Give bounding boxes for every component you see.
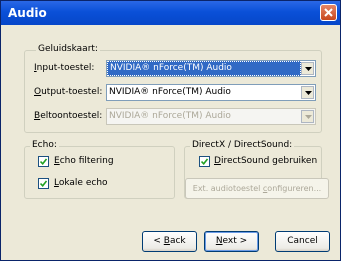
output-device-select[interactable]: NVIDIA® nForce(TM) Audio xyxy=(106,84,316,101)
directsound-checkbox[interactable] xyxy=(199,156,210,167)
echo-filtering-checkbox[interactable] xyxy=(38,156,49,167)
directsound-label[interactable]: DirectSound gebruiken xyxy=(214,156,317,166)
ring-device-select[interactable]: NVIDIA® nForce(TM) Audio xyxy=(106,108,316,125)
close-button[interactable] xyxy=(320,4,337,21)
directx-legend: DirectX / DirectSound: xyxy=(190,140,295,150)
echo-filtering-label[interactable]: Echo filtering xyxy=(54,156,114,166)
checkmark-icon xyxy=(201,158,208,165)
chevron-down-icon xyxy=(305,91,312,95)
next-button[interactable]: Next > xyxy=(204,231,259,252)
output-device-dropdown-button[interactable] xyxy=(301,86,314,99)
configure-device-button[interactable]: Ext. audiotoestel configureren... xyxy=(185,178,329,199)
window-title: Audio xyxy=(8,6,47,20)
ring-device-label: Beltoontoestel: xyxy=(34,111,103,121)
ring-device-value: NVIDIA® nForce(TM) Audio xyxy=(109,111,231,121)
input-device-select[interactable]: NVIDIA® nForce(TM) Audio xyxy=(106,60,316,77)
echo-group xyxy=(24,146,175,199)
close-icon xyxy=(324,8,333,17)
ring-device-dropdown-button[interactable] xyxy=(301,110,314,123)
chevron-down-icon xyxy=(305,67,312,71)
checkmark-icon xyxy=(40,180,47,187)
soundcard-legend: Geluidskaart: xyxy=(36,44,100,54)
input-device-dropdown-button[interactable] xyxy=(301,62,314,75)
title-bar[interactable]: Audio xyxy=(1,1,340,25)
local-echo-label[interactable]: Lokale echo xyxy=(54,178,108,188)
cancel-button[interactable]: Cancel xyxy=(275,231,330,252)
echo-legend: Echo: xyxy=(30,140,59,150)
input-device-label: Input-toestel: xyxy=(34,63,95,73)
output-device-label: Output-toestel: xyxy=(34,87,103,97)
output-device-value: NVIDIA® nForce(TM) Audio xyxy=(109,87,231,97)
back-button[interactable]: < Back xyxy=(142,231,197,252)
checkmark-icon xyxy=(40,158,47,165)
local-echo-checkbox[interactable] xyxy=(38,178,49,189)
input-device-value: NVIDIA® nForce(TM) Audio xyxy=(107,61,301,76)
chevron-down-icon xyxy=(305,115,312,119)
audio-dialog: Audio Geluidskaart: Input-toestel: NVIDI… xyxy=(0,0,341,261)
